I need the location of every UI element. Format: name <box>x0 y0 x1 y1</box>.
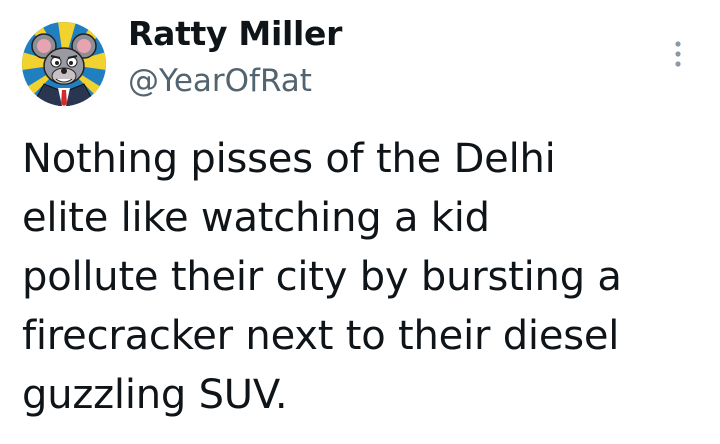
tweet-text: Nothing pisses of the Delhi elite like w… <box>22 130 702 425</box>
avatar[interactable] <box>22 22 106 106</box>
tweet-text-line: Nothing pisses of the Delhi <box>22 136 556 182</box>
tweet-text-line: pollute their city by bursting a <box>22 254 622 300</box>
tweet-card: Ratty Miller @YearOfRat Nothing pisses o… <box>0 0 720 444</box>
more-options-icon <box>675 41 681 67</box>
more-options-button[interactable] <box>668 36 688 76</box>
author-handle[interactable]: @YearOfRat <box>128 63 312 99</box>
tweet-text-line: guzzling SUV. <box>22 372 288 418</box>
tweet-text-line: elite like watching a kid <box>22 195 490 241</box>
tweet-text-line: firecracker next to their diesel <box>22 313 620 359</box>
author-display-name[interactable]: Ratty Miller <box>128 14 342 53</box>
cartoon-rat-avatar-icon <box>22 22 106 106</box>
